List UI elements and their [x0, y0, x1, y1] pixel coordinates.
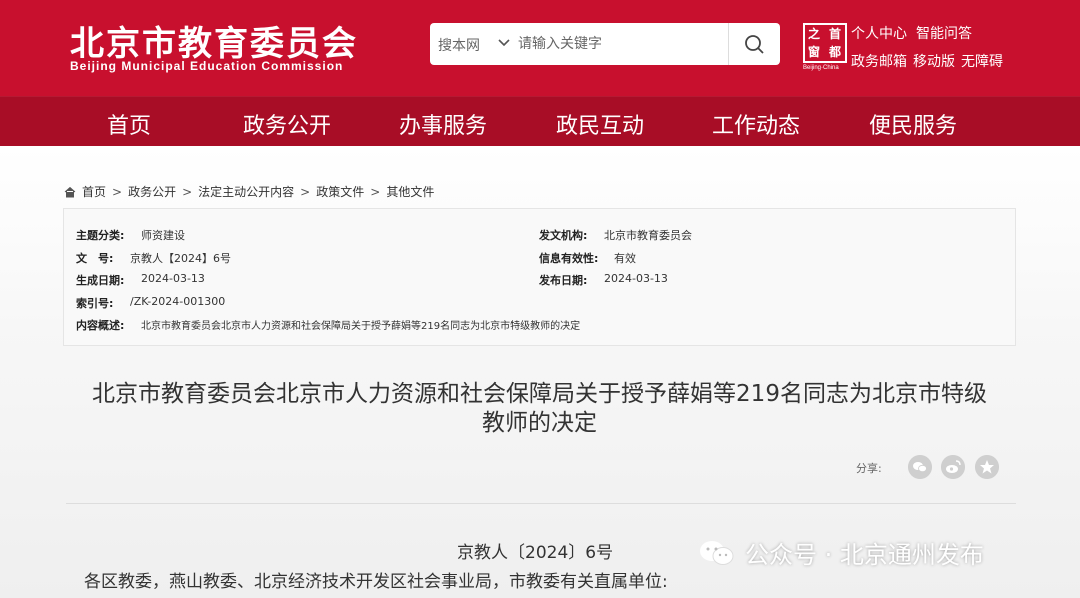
breadcrumb-separator: > — [370, 184, 381, 199]
meta-published-value: 2024-03-13 — [604, 272, 668, 285]
breadcrumb-policy-docs[interactable]: 政策文件 — [316, 183, 364, 200]
breadcrumb-separator: > — [112, 184, 123, 199]
meta-issuer-value: 北京市教育委员会 — [604, 229, 692, 242]
watermark-text: 公众号 · 北京通州发布 — [745, 541, 984, 569]
meta-topic-label: 主题分类: — [76, 229, 125, 242]
nav-item-public-services[interactable]: 便民服务 — [869, 108, 957, 140]
search-bar: 搜本网 — [430, 23, 780, 65]
meta-published-label: 发布日期: — [539, 274, 588, 287]
capital-logo-glyph: 都 — [829, 45, 842, 59]
meta-topic-value: 师资建设 — [141, 229, 185, 242]
mobile-version-link[interactable]: 移动版 — [913, 51, 955, 71]
meta-summary-value: 北京市教育委员会北京市人力资源和社会保障局关于授予薛娟等219名同志为北京市特级… — [141, 321, 581, 332]
meta-created-value: 2024-03-13 — [141, 272, 205, 285]
search-scope-select[interactable]: 搜本网 — [438, 35, 480, 55]
nav-item-work-news[interactable]: 工作动态 — [712, 108, 800, 140]
main-nav: 首页 政务公开 办事服务 政民互动 工作动态 便民服务 — [0, 96, 1080, 146]
wechat-icon — [700, 540, 734, 565]
meta-summary-label: 内容概述: — [76, 319, 125, 332]
nav-item-interaction[interactable]: 政民互动 — [556, 108, 644, 140]
breadcrumb-gov-affairs[interactable]: 政务公开 — [128, 183, 176, 200]
meta-validity-value: 有效 — [614, 252, 636, 265]
nav-item-gov-affairs[interactable]: 政务公开 — [243, 108, 331, 140]
meta-docno-value: 京教人【2024】6号 — [130, 252, 231, 265]
document-recipients: 各区教委，燕山教委、北京经济技术开发区社会事业局，市教委有关直属单位: — [84, 572, 668, 592]
document-number: 京教人〔2024〕6号 — [457, 543, 614, 563]
content-divider — [66, 503, 1016, 504]
breadcrumb-separator: > — [300, 184, 311, 199]
meta-index-value: /ZK-2024-001300 — [130, 295, 226, 308]
meta-docno-label: 文 号: — [76, 252, 114, 265]
gov-mailbox-link[interactable]: 政务邮箱 — [851, 51, 907, 71]
favorite-share-icon[interactable] — [975, 455, 999, 479]
weibo-share-icon[interactable] — [941, 455, 965, 479]
meta-index-label: 索引号: — [76, 297, 114, 310]
org-name-en: Beijing Municipal Education Commission — [70, 59, 344, 73]
capital-window-logo[interactable]: 首 都 之 窗 — [803, 23, 847, 63]
wechat-watermark: 公众号 · 北京通州发布 — [697, 535, 984, 570]
wechat-share-icon[interactable] — [908, 455, 932, 479]
home-icon — [64, 186, 76, 197]
share-label: 分享: — [856, 462, 882, 475]
breadcrumb: 首页 > 政务公开 > 法定主动公开内容 > 政策文件 > 其他文件 — [64, 183, 434, 200]
breadcrumb-other-docs[interactable]: 其他文件 — [386, 183, 434, 200]
document-meta-box: 主题分类: 师资建设 发文机构: 北京市教育委员会 文 号: 京教人【2024】… — [63, 208, 1016, 346]
capital-logo-tagline: Beijing·China — [803, 65, 839, 71]
personal-center-link[interactable]: 个人中心 — [851, 23, 907, 43]
document-title-line: 教师的决定 — [482, 410, 597, 436]
meta-created-label: 生成日期: — [76, 274, 125, 287]
accessibility-link[interactable]: 无障碍 — [961, 51, 1003, 71]
meta-issuer-label: 发文机构: — [539, 229, 588, 242]
capital-logo-glyph: 窗 — [808, 45, 821, 59]
breadcrumb-statutory-content[interactable]: 法定主动公开内容 — [198, 183, 294, 200]
site-header: 北京市教育委员会 Beijing Municipal Education Com… — [0, 0, 1080, 96]
org-name-cn[interactable]: 北京市教育委员会 — [70, 16, 358, 65]
meta-validity-label: 信息有效性: — [539, 252, 599, 265]
document-title-line: 北京市教育委员会北京市人力资源和社会保障局关于授予薛娟等219名同志为北京市特级 — [92, 381, 987, 407]
search-input[interactable] — [518, 31, 718, 57]
capital-logo-glyph: 之 — [808, 27, 821, 41]
nav-item-home[interactable]: 首页 — [107, 108, 151, 140]
search-divider — [728, 23, 729, 65]
search-icon[interactable] — [735, 31, 775, 57]
nav-item-services[interactable]: 办事服务 — [399, 108, 487, 140]
chevron-down-icon[interactable] — [496, 34, 512, 50]
capital-logo-glyph: 首 — [829, 27, 842, 41]
breadcrumb-separator: > — [182, 184, 193, 199]
smart-qa-link[interactable]: 智能问答 — [916, 23, 972, 43]
document-title: 北京市教育委员会北京市人力资源和社会保障局关于授予薛娟等219名同志为北京市特级… — [63, 380, 1016, 438]
breadcrumb-home[interactable]: 首页 — [82, 183, 106, 200]
